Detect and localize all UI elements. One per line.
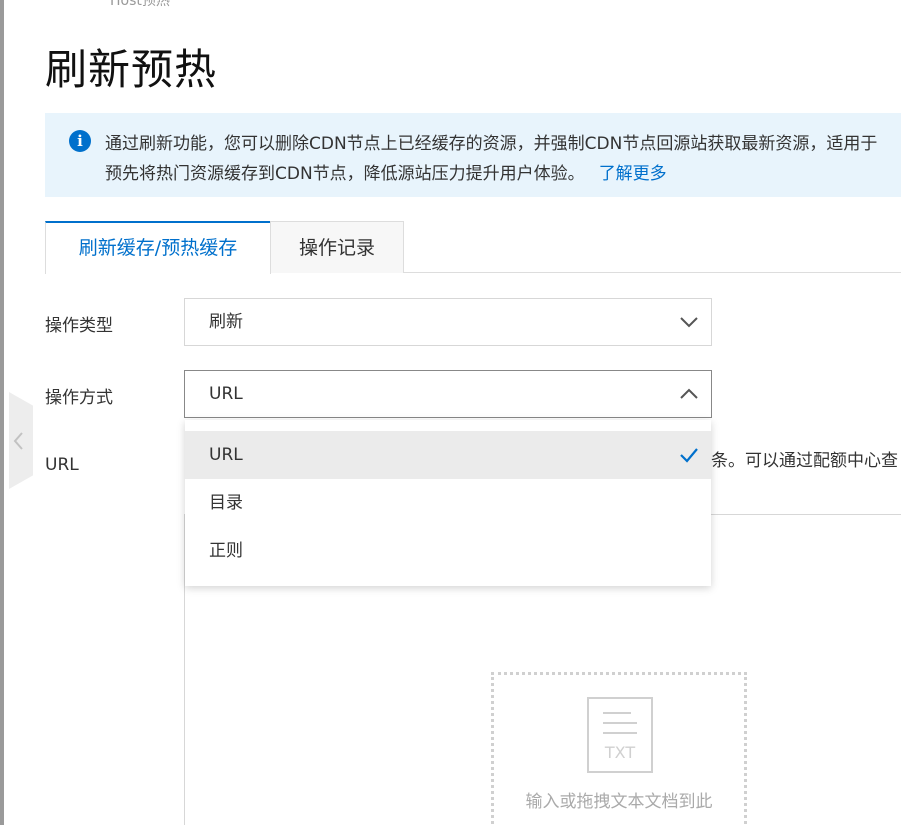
- quota-hint: 条。可以通过配额中心查: [711, 451, 898, 471]
- breadcrumb[interactable]: Host预热: [110, 0, 170, 10]
- window-left-edge: [0, 0, 4, 825]
- learn-more-link[interactable]: 了解更多: [599, 164, 667, 184]
- tab-refresh-prefetch[interactable]: 刷新缓存/预热缓存: [45, 221, 271, 274]
- notice-line-2-text: 预先将热门资源缓存到CDN节点，降低源站压力提升用户体验。: [105, 164, 585, 184]
- op-type-label: 操作类型: [45, 316, 113, 336]
- chevron-up-icon: [680, 388, 698, 399]
- txt-label: TXT: [604, 743, 635, 762]
- sidebar-collapse-handle[interactable]: [9, 392, 33, 489]
- op-method-value: URL: [209, 384, 243, 404]
- info-circle-icon: i: [69, 130, 91, 152]
- notice-line-2: 预先将热门资源缓存到CDN节点，降低源站压力提升用户体验。 了解更多: [105, 159, 667, 184]
- notice-line-1: 通过刷新功能，您可以删除CDN节点上已经缓存的资源，并强制CDN节点回源站获取最…: [105, 134, 878, 154]
- info-notice: i 通过刷新功能，您可以删除CDN节点上已经缓存的资源，并强制CDN节点回源站获…: [45, 113, 901, 197]
- chevron-left-icon: [13, 431, 23, 450]
- txt-file-icon: TXT: [587, 697, 653, 773]
- op-method-select[interactable]: URL: [184, 370, 712, 418]
- tab-operation-records[interactable]: 操作记录: [270, 221, 404, 273]
- op-method-label: 操作方式: [45, 388, 113, 408]
- op-type-value: 刷新: [209, 312, 243, 332]
- dropdown-option-regex[interactable]: 正则: [185, 527, 711, 575]
- option-label: 目录: [209, 493, 243, 513]
- op-type-select[interactable]: 刷新: [184, 298, 712, 346]
- url-label: URL: [45, 455, 79, 475]
- file-drop-zone[interactable]: TXT 输入或拖拽文本文档到此: [491, 672, 747, 825]
- tab-bar: 刷新缓存/预热缓存 操作记录: [45, 221, 901, 274]
- check-icon: [680, 448, 698, 463]
- option-label: 正则: [209, 541, 243, 561]
- dropdown-option-directory[interactable]: 目录: [185, 479, 711, 527]
- page-title: 刷新预热: [45, 45, 218, 94]
- chevron-down-icon: [680, 317, 698, 328]
- dropdown-option-url[interactable]: URL: [185, 431, 711, 479]
- option-label: URL: [209, 445, 243, 465]
- op-method-dropdown: URL 目录 正则: [185, 420, 711, 586]
- drop-zone-text: 输入或拖拽文本文档到此: [525, 792, 713, 812]
